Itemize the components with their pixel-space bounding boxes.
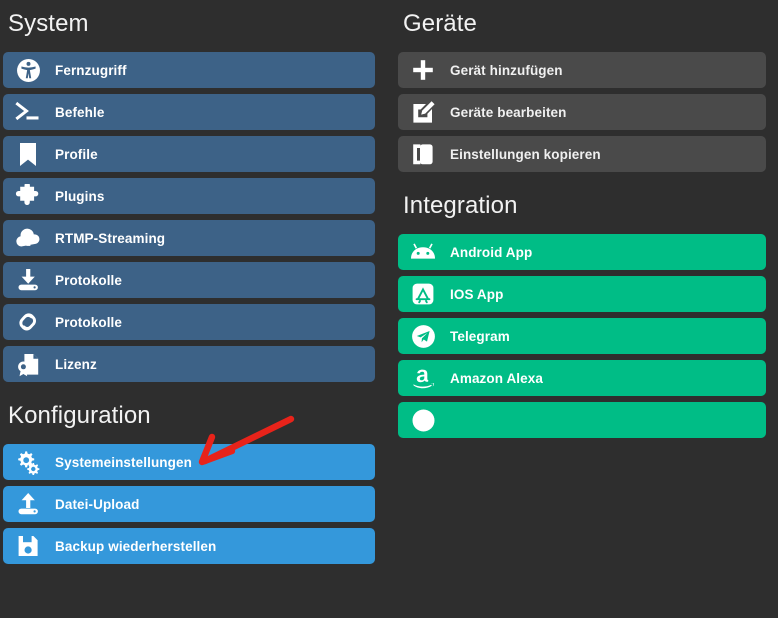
- button-integration-partial[interactable]: [398, 402, 766, 438]
- integration-button-list: Android App IOS App Telegram Amazon Alex…: [398, 234, 766, 438]
- button-telegram[interactable]: Telegram: [398, 318, 766, 354]
- section-title-geraete: Geräte: [403, 10, 477, 37]
- button-label: Systemeinstellungen: [55, 454, 192, 470]
- terminal-icon: [13, 98, 43, 126]
- button-label: Telegram: [450, 328, 510, 344]
- button-label: Profile: [55, 146, 98, 162]
- upload-icon: [13, 490, 43, 518]
- telegram-icon: [408, 322, 438, 350]
- button-label: Android App: [450, 244, 533, 260]
- button-befehle[interactable]: Befehle: [3, 94, 375, 130]
- button-label: Befehle: [55, 104, 105, 120]
- partial-icon: [408, 406, 438, 434]
- button-label: Geräte bearbeiten: [450, 104, 567, 120]
- button-plugins[interactable]: Plugins: [3, 178, 375, 214]
- app-store-icon: [408, 280, 438, 308]
- puzzle-piece-icon: [13, 182, 43, 210]
- button-label: Einstellungen kopieren: [450, 146, 601, 162]
- bookmark-icon: [13, 140, 43, 168]
- gears-icon: [13, 448, 43, 476]
- button-label: Datei-Upload: [55, 496, 140, 512]
- pencil-square-icon: [408, 98, 438, 126]
- button-label: Amazon Alexa: [450, 370, 543, 386]
- accessibility-icon: [13, 56, 43, 84]
- button-amazon-alexa[interactable]: Amazon Alexa: [398, 360, 766, 396]
- left-column: System Fernzugriff Befehle Profile Plugi…: [0, 0, 389, 618]
- button-datei-upload[interactable]: Datei-Upload: [3, 486, 375, 522]
- button-einstellungen-kopieren[interactable]: Einstellungen kopieren: [398, 136, 766, 172]
- section-title-konfiguration: Konfiguration: [8, 402, 151, 429]
- button-protokolle-link[interactable]: Protokolle: [3, 304, 375, 340]
- geraete-button-list: Gerät hinzufügen Geräte bearbeiten Einst…: [398, 52, 766, 172]
- button-geraet-hinzufuegen[interactable]: Gerät hinzufügen: [398, 52, 766, 88]
- dashboard-page: System Fernzugriff Befehle Profile Plugi…: [0, 0, 778, 618]
- button-fernzugriff[interactable]: Fernzugriff: [3, 52, 375, 88]
- system-button-list: Fernzugriff Befehle Profile Plugins RTMP…: [3, 52, 375, 382]
- amazon-icon: [408, 364, 438, 392]
- link-chain-icon: [13, 308, 43, 336]
- plus-icon: [408, 56, 438, 84]
- button-label: IOS App: [450, 286, 504, 302]
- copy-icon: [408, 140, 438, 168]
- button-label: Protokolle: [55, 314, 123, 330]
- android-icon: [408, 238, 438, 266]
- button-label: Backup wiederherstellen: [55, 538, 217, 554]
- button-backup-wiederherstellen[interactable]: Backup wiederherstellen: [3, 528, 375, 564]
- button-protokolle-download[interactable]: Protokolle: [3, 262, 375, 298]
- button-lizenz[interactable]: Lizenz: [3, 346, 375, 382]
- button-label: Plugins: [55, 188, 105, 204]
- floppy-disk-icon: [13, 532, 43, 560]
- konfiguration-button-list: Systemeinstellungen Datei-Upload Backup …: [3, 444, 375, 564]
- button-ios-app[interactable]: IOS App: [398, 276, 766, 312]
- button-rtmp-streaming[interactable]: RTMP-Streaming: [3, 220, 375, 256]
- button-label: Gerät hinzufügen: [450, 62, 563, 78]
- cloud-upload-icon: [13, 224, 43, 252]
- button-profile[interactable]: Profile: [3, 136, 375, 172]
- download-icon: [13, 266, 43, 294]
- button-label: Lizenz: [55, 356, 97, 372]
- right-column: Geräte Gerät hinzufügen Geräte bearbeite…: [389, 0, 778, 618]
- button-label: Protokolle: [55, 272, 123, 288]
- button-systemeinstellungen[interactable]: Systemeinstellungen: [3, 444, 375, 480]
- button-android-app[interactable]: Android App: [398, 234, 766, 270]
- button-geraete-bearbeiten[interactable]: Geräte bearbeiten: [398, 94, 766, 130]
- button-label: Fernzugriff: [55, 62, 127, 78]
- section-title-integration: Integration: [403, 192, 518, 219]
- button-label: RTMP-Streaming: [55, 230, 166, 246]
- section-title-system: System: [8, 10, 89, 37]
- certificate-icon: [13, 350, 43, 378]
